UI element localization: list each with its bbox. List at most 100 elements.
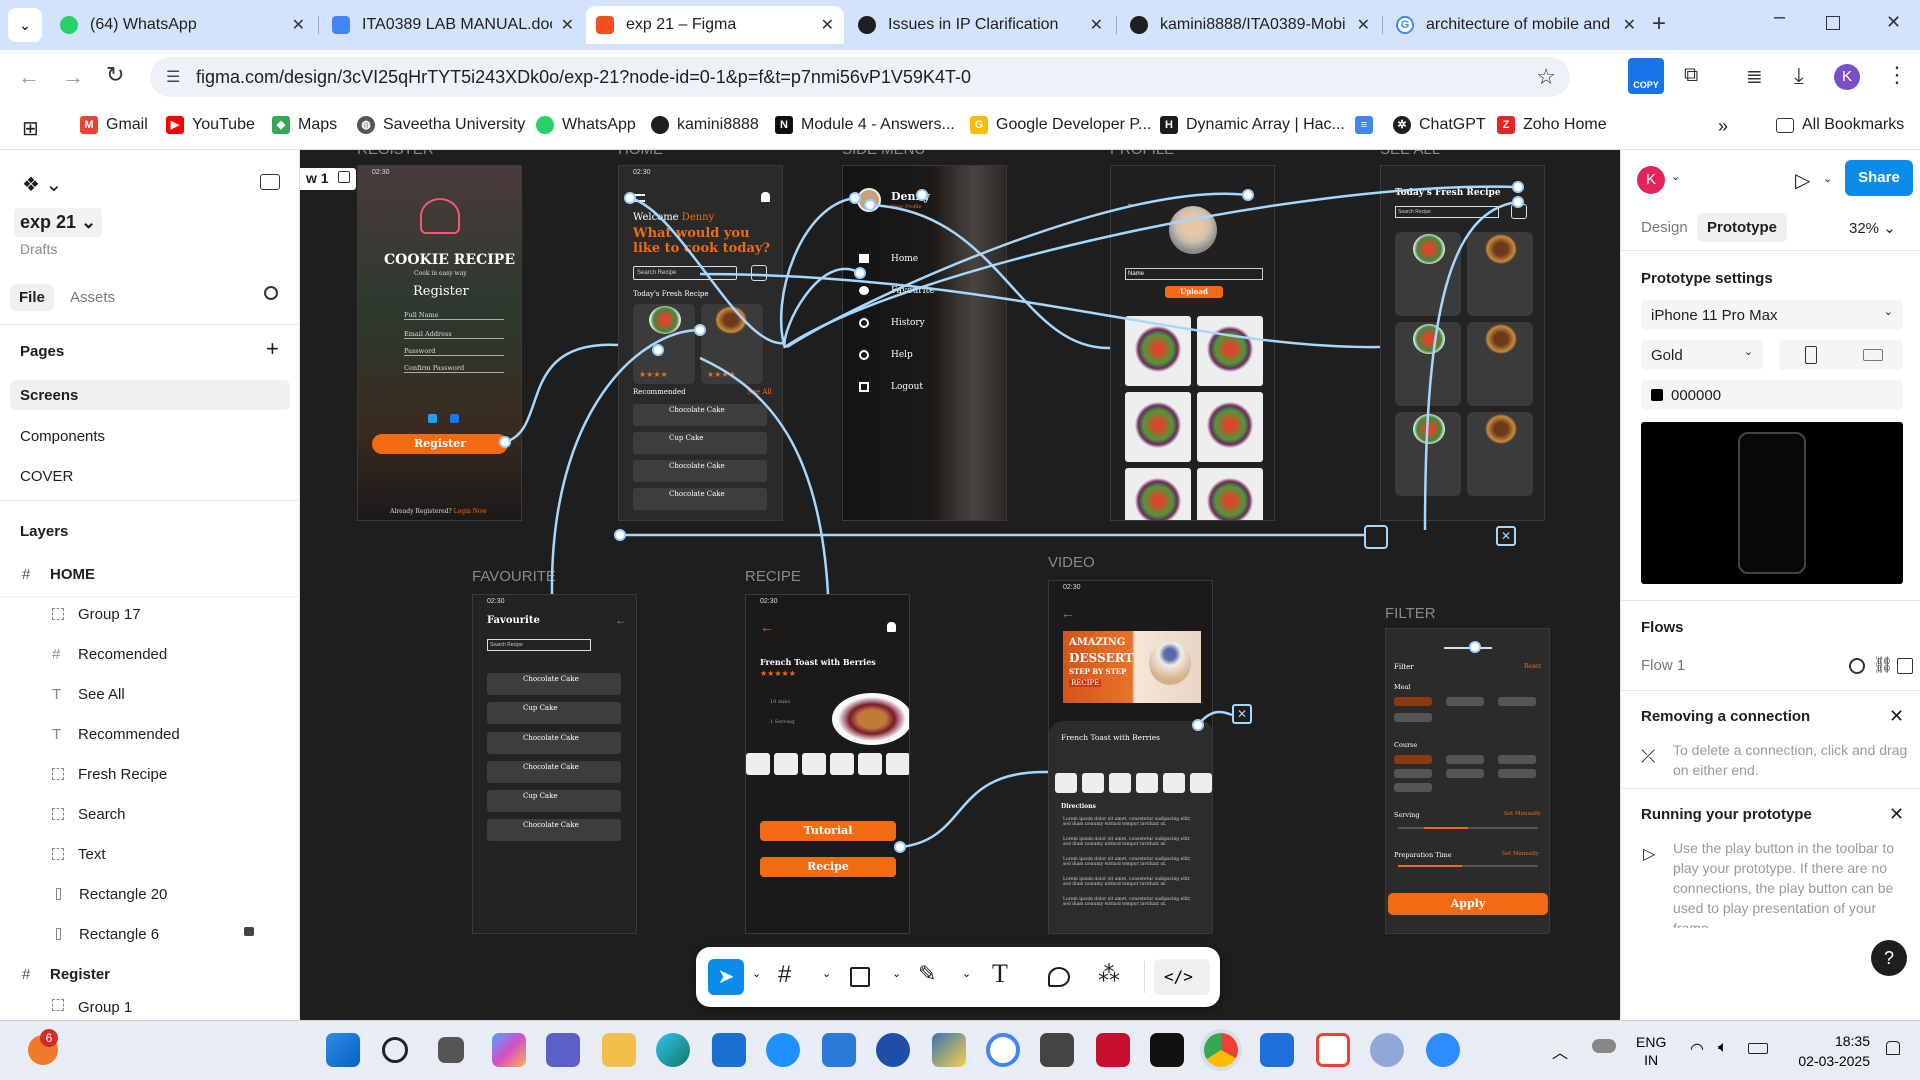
close-overlay-icon[interactable]: ✕	[1496, 526, 1516, 546]
move-tool-button[interactable]: ➤	[708, 959, 744, 995]
edge-icon[interactable]	[656, 1033, 690, 1067]
layer-search[interactable]: Search	[0, 795, 300, 833]
page-screens[interactable]: Screens	[10, 380, 290, 410]
reload-icon[interactable]: ↻	[106, 62, 124, 88]
tab-github[interactable]: kamini8888/ITA0389-Mobi ✕	[1120, 6, 1380, 44]
page-components[interactable]: Components	[20, 428, 105, 445]
mysql-icon[interactable]	[1040, 1033, 1074, 1067]
notepad-icon[interactable]	[822, 1033, 856, 1067]
show-hidden-icons[interactable]: ︿	[1552, 1039, 1568, 1063]
store-icon[interactable]	[1260, 1033, 1294, 1067]
bookmark-zoho[interactable]: Z Zoho Home	[1497, 116, 1607, 134]
chrome-profile-icon[interactable]	[986, 1033, 1020, 1067]
plane-app-icon[interactable]	[876, 1033, 910, 1067]
profile-avatar[interactable]: K	[1834, 64, 1860, 90]
mcafee-icon[interactable]	[1096, 1033, 1130, 1067]
volume-icon[interactable]: 🔈︎	[1718, 1039, 1728, 1057]
file-explorer-icon[interactable]	[602, 1033, 636, 1067]
zoom-level[interactable]: 32% ⌄	[1849, 219, 1896, 237]
layer-see-all[interactable]: T See All	[0, 675, 300, 713]
close-overlay-icon[interactable]: ✕	[1232, 704, 1252, 724]
layer-text[interactable]: Text	[0, 835, 300, 873]
flow-target-icon[interactable]	[1849, 658, 1865, 674]
page-cover[interactable]: COVER	[20, 468, 73, 485]
chevron-down-icon[interactable]: ⌄	[1823, 172, 1832, 185]
bookmark-chatgpt[interactable]: ✲ ChatGPT	[1393, 116, 1486, 134]
more-bookmarks-icon[interactable]: »	[1718, 116, 1728, 137]
lock-icon[interactable]	[244, 927, 254, 936]
layer-home[interactable]: # HOME	[0, 555, 300, 593]
notifications-icon[interactable]	[1886, 1041, 1900, 1055]
dev-mode-button[interactable]: </>	[1154, 959, 1210, 995]
pen-tool-button[interactable]: ✎	[918, 961, 936, 987]
portrait-toggle[interactable]	[1779, 340, 1843, 370]
actions-button[interactable]: ⁂	[1098, 961, 1120, 987]
landscape-toggle[interactable]	[1843, 340, 1903, 370]
tab-architecture[interactable]: G architecture of mobile and ✕	[1386, 6, 1646, 44]
chevron-down-icon[interactable]: ⌄	[822, 967, 831, 980]
download-icon[interactable]: ⤓	[1794, 63, 1804, 89]
avatar[interactable]: K	[1637, 166, 1665, 194]
terminal-icon[interactable]	[1150, 1033, 1184, 1067]
share-button[interactable]: Share	[1845, 160, 1913, 196]
layer-group-17[interactable]: Group 17	[0, 595, 300, 633]
tab-design[interactable]: Design	[1641, 219, 1688, 236]
tab-assets[interactable]: Assets	[70, 289, 115, 306]
help-button[interactable]: ?	[1871, 940, 1907, 976]
close-icon[interactable]: ✕	[1357, 15, 1370, 35]
close-icon[interactable]: ✕	[1889, 706, 1904, 727]
frame-tool-button[interactable]: #	[778, 961, 791, 989]
close-icon[interactable]: ✕	[1623, 15, 1636, 35]
device-color-select[interactable]: Gold ⌄	[1641, 340, 1763, 370]
forward-icon[interactable]: →	[62, 64, 84, 90]
bookmark-module4[interactable]: N Module 4 - Answers...	[775, 116, 955, 134]
teams-icon[interactable]	[546, 1033, 580, 1067]
help-app-icon[interactable]	[766, 1033, 800, 1067]
bookmark-saveetha[interactable]: ◍ Saveetha University	[357, 116, 525, 134]
device-select[interactable]: iPhone 11 Pro Max ⌄	[1641, 300, 1903, 330]
clock[interactable]: 18:35 02-03-2025	[1790, 1031, 1870, 1071]
layer-group-1[interactable]: Group 1	[0, 993, 300, 1020]
layer-fresh-recipe[interactable]: Fresh Recipe	[0, 755, 300, 793]
tab-file[interactable]: File	[10, 284, 54, 311]
tab-lab-manual[interactable]: ITA0389 LAB MANUAL.doc ✕	[322, 6, 584, 44]
layer-rectangle-6[interactable]: Rectangle 6	[0, 915, 300, 953]
minimize-icon[interactable]: –	[1774, 6, 1785, 29]
copy-extension-icon[interactable]: COPY	[1628, 58, 1664, 94]
bookmark-gmail[interactable]: M Gmail	[80, 116, 148, 134]
tab-whatsapp[interactable]: (64) WhatsApp ✕	[50, 6, 315, 44]
bookmark-kamini[interactable]: kamini8888	[651, 116, 759, 134]
close-window-icon[interactable]: ✕	[1886, 12, 1901, 33]
extensions-icon[interactable]: ⧉	[1684, 64, 1698, 87]
layer-recomended[interactable]: # Recomended	[0, 635, 300, 673]
start-icon[interactable]	[326, 1033, 360, 1067]
task-view-icon[interactable]	[438, 1037, 464, 1063]
site-settings-icon[interactable]: ☰	[166, 67, 180, 87]
close-icon[interactable]: ✕	[1090, 15, 1103, 35]
present-button[interactable]: ▷	[1795, 168, 1810, 193]
close-icon[interactable]: ✕	[292, 15, 305, 35]
media-control-icon[interactable]: ≣	[1746, 64, 1763, 89]
copilot-icon[interactable]	[492, 1033, 526, 1067]
figma-canvas[interactable]: w 1 REGISTER HOME SIDE MENU PROFILE SEE …	[300, 150, 1620, 1020]
star-icon[interactable]: ☆	[1536, 64, 1556, 90]
link-icon[interactable]: ⛓	[1873, 655, 1893, 675]
battery-icon[interactable]	[1748, 1043, 1768, 1054]
layer-recommended[interactable]: T Recommended	[0, 715, 300, 753]
background-color-field[interactable]: 000000	[1641, 380, 1903, 410]
chevron-down-icon[interactable]: ⌄	[752, 967, 761, 980]
search-icon[interactable]	[264, 286, 278, 300]
restore-icon[interactable]	[1826, 16, 1840, 30]
prototype-connections[interactable]	[300, 150, 1620, 1020]
myapp-icon[interactable]	[712, 1033, 746, 1067]
tab-prototype[interactable]: Prototype	[1697, 213, 1788, 242]
language-indicator[interactable]: ENG IN	[1636, 1033, 1666, 1069]
overlay-target-icon[interactable]	[1364, 525, 1388, 549]
cloud-icon[interactable]	[1592, 1039, 1616, 1053]
apps-icon[interactable]: ⊞	[22, 116, 39, 141]
new-tab-button[interactable]: +	[1652, 10, 1666, 38]
all-bookmarks[interactable]: All Bookmarks	[1776, 116, 1904, 134]
rectangle-tool-button[interactable]	[850, 967, 870, 987]
bookmark-whatsapp[interactable]: WhatsApp	[536, 116, 636, 134]
file-name[interactable]: exp 21 ⌄	[14, 208, 103, 237]
